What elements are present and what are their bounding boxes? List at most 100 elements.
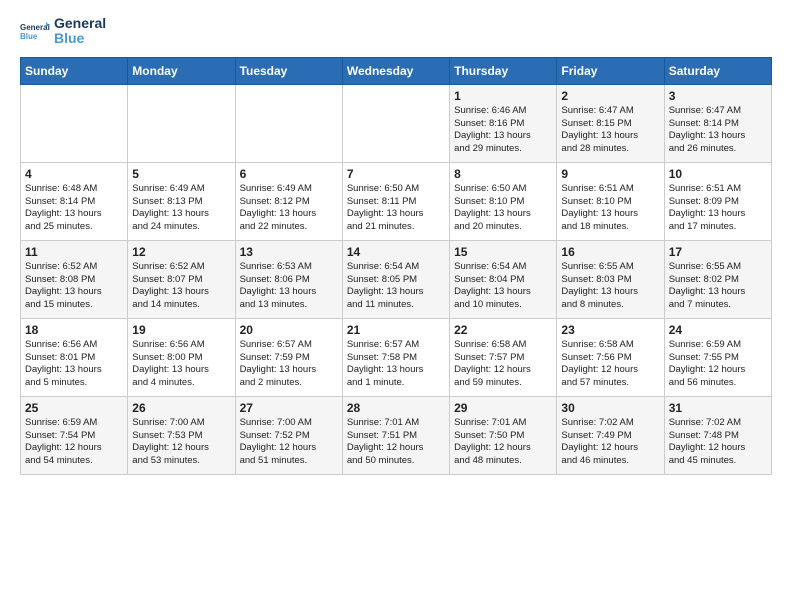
calendar-cell: 8 Sunrise: 6:50 AMSunset: 8:10 PMDaylight… — [450, 162, 557, 240]
sun-info: Sunrise: 7:02 AMSunset: 7:48 PMDaylight:… — [669, 417, 767, 468]
day-number: 31 — [669, 401, 767, 415]
day-number: 21 — [347, 323, 445, 337]
header: General Blue General Blue — [20, 16, 772, 47]
sun-info: Sunrise: 6:54 AMSunset: 8:05 PMDaylight:… — [347, 261, 445, 312]
calendar-cell: 30Sunrise: 7:02 AMSunset: 7:49 PMDayligh… — [557, 396, 664, 474]
sun-info: Sunrise: 6:47 AMSunset: 8:15 PMDaylight:… — [561, 105, 659, 156]
sun-info: Sunrise: 6:47 AMSunset: 8:14 PMDaylight:… — [669, 105, 767, 156]
sun-info: Sunrise: 6:57 AMSunset: 7:58 PMDaylight:… — [347, 339, 445, 390]
day-number: 19 — [132, 323, 230, 337]
sun-info: Sunrise: 6:49 AMSunset: 8:12 PMDaylight:… — [240, 183, 338, 234]
calendar-cell: 29Sunrise: 7:01 AMSunset: 7:50 PMDayligh… — [450, 396, 557, 474]
calendar-week-row: 18 Sunrise: 6:56 AMSunset: 8:01 PMDayligh… — [21, 318, 772, 396]
day-number: 1 — [454, 89, 552, 103]
sun-info: Sunrise: 6:53 AMSunset: 8:06 PMDaylight:… — [240, 261, 338, 312]
day-number: 27 — [240, 401, 338, 415]
day-number: 12 — [132, 245, 230, 259]
sun-info: Sunrise: 6:46 AMSunset: 8:16 PMDaylight:… — [454, 105, 552, 156]
calendar-cell: 31 Sunrise: 7:02 AMSunset: 7:48 PMDayligh… — [664, 396, 771, 474]
calendar-cell: 3 Sunrise: 6:47 AMSunset: 8:14 PMDaylight… — [664, 84, 771, 162]
day-number: 24 — [669, 323, 767, 337]
calendar-cell: 16 Sunrise: 6:55 AMSunset: 8:03 PMDayligh… — [557, 240, 664, 318]
day-number: 6 — [240, 167, 338, 181]
calendar-cell: 9 Sunrise: 6:51 AMSunset: 8:10 PMDaylight… — [557, 162, 664, 240]
sun-info: Sunrise: 6:50 AMSunset: 8:10 PMDaylight:… — [454, 183, 552, 234]
day-number: 25 — [25, 401, 123, 415]
sun-info: Sunrise: 6:56 AMSunset: 8:01 PMDaylight:… — [25, 339, 123, 390]
weekday-header: Monday — [128, 57, 235, 84]
day-number: 2 — [561, 89, 659, 103]
calendar-cell: 21 Sunrise: 6:57 AMSunset: 7:58 PMDayligh… — [342, 318, 449, 396]
day-number: 5 — [132, 167, 230, 181]
calendar-cell: 4 Sunrise: 6:48 AMSunset: 8:14 PMDaylight… — [21, 162, 128, 240]
day-number: 8 — [454, 167, 552, 181]
logo-general: General — [54, 16, 106, 31]
sun-info: Sunrise: 6:51 AMSunset: 8:10 PMDaylight:… — [561, 183, 659, 234]
calendar-cell: 24 Sunrise: 6:59 AMSunset: 7:55 PMDayligh… — [664, 318, 771, 396]
sun-info: Sunrise: 6:59 AMSunset: 7:55 PMDaylight:… — [669, 339, 767, 390]
calendar-cell: 11 Sunrise: 6:52 AMSunset: 8:08 PMDayligh… — [21, 240, 128, 318]
sun-info: Sunrise: 6:52 AMSunset: 8:07 PMDaylight:… — [132, 261, 230, 312]
calendar-cell: 14Sunrise: 6:54 AMSunset: 8:05 PMDayligh… — [342, 240, 449, 318]
sun-info: Sunrise: 6:54 AMSunset: 8:04 PMDaylight:… — [454, 261, 552, 312]
day-number: 16 — [561, 245, 659, 259]
sun-info: Sunrise: 6:58 AMSunset: 7:57 PMDaylight:… — [454, 339, 552, 390]
header-row: SundayMondayTuesdayWednesdayThursdayFrid… — [21, 57, 772, 84]
day-number: 26 — [132, 401, 230, 415]
calendar-cell: 23Sunrise: 6:58 AMSunset: 7:56 PMDayligh… — [557, 318, 664, 396]
day-number: 28 — [347, 401, 445, 415]
calendar-cell — [128, 84, 235, 162]
day-number: 15 — [454, 245, 552, 259]
calendar-cell: 5Sunrise: 6:49 AMSunset: 8:13 PMDaylight… — [128, 162, 235, 240]
calendar-cell: 15 Sunrise: 6:54 AMSunset: 8:04 PMDayligh… — [450, 240, 557, 318]
calendar-cell: 10 Sunrise: 6:51 AMSunset: 8:09 PMDayligh… — [664, 162, 771, 240]
weekday-header: Friday — [557, 57, 664, 84]
calendar-cell — [342, 84, 449, 162]
weekday-header: Wednesday — [342, 57, 449, 84]
sun-info: Sunrise: 7:01 AMSunset: 7:51 PMDaylight:… — [347, 417, 445, 468]
calendar-cell — [235, 84, 342, 162]
calendar-week-row: 25 Sunrise: 6:59 AMSunset: 7:54 PMDayligh… — [21, 396, 772, 474]
weekday-header: Saturday — [664, 57, 771, 84]
calendar-cell: 19 Sunrise: 6:56 AMSunset: 8:00 PMDayligh… — [128, 318, 235, 396]
sun-info: Sunrise: 6:59 AMSunset: 7:54 PMDaylight:… — [25, 417, 123, 468]
sun-info: Sunrise: 6:57 AMSunset: 7:59 PMDaylight:… — [240, 339, 338, 390]
day-number: 4 — [25, 167, 123, 181]
sun-info: Sunrise: 7:00 AMSunset: 7:53 PMDaylight:… — [132, 417, 230, 468]
sun-info: Sunrise: 6:56 AMSunset: 8:00 PMDaylight:… — [132, 339, 230, 390]
day-number: 10 — [669, 167, 767, 181]
calendar-cell: 2 Sunrise: 6:47 AMSunset: 8:15 PMDaylight… — [557, 84, 664, 162]
day-number: 20 — [240, 323, 338, 337]
day-number: 29 — [454, 401, 552, 415]
weekday-header: Sunday — [21, 57, 128, 84]
logo-svg: General Blue — [20, 16, 50, 46]
page: General Blue General Blue SundayMondayTu… — [0, 0, 792, 485]
sun-info: Sunrise: 6:51 AMSunset: 8:09 PMDaylight:… — [669, 183, 767, 234]
day-number: 3 — [669, 89, 767, 103]
calendar-cell: 17 Sunrise: 6:55 AMSunset: 8:02 PMDayligh… — [664, 240, 771, 318]
weekday-header: Thursday — [450, 57, 557, 84]
calendar-cell: 28 Sunrise: 7:01 AMSunset: 7:51 PMDayligh… — [342, 396, 449, 474]
calendar-week-row: 1 Sunrise: 6:46 AMSunset: 8:16 PMDaylight… — [21, 84, 772, 162]
calendar-cell: 12 Sunrise: 6:52 AMSunset: 8:07 PMDayligh… — [128, 240, 235, 318]
sun-info: Sunrise: 6:52 AMSunset: 8:08 PMDaylight:… — [25, 261, 123, 312]
logo-blue: Blue — [54, 31, 106, 46]
day-number: 9 — [561, 167, 659, 181]
calendar-cell: 25 Sunrise: 6:59 AMSunset: 7:54 PMDayligh… — [21, 396, 128, 474]
logo: General Blue General Blue — [20, 16, 106, 47]
day-number: 7 — [347, 167, 445, 181]
calendar-week-row: 11 Sunrise: 6:52 AMSunset: 8:08 PMDayligh… — [21, 240, 772, 318]
calendar-cell — [21, 84, 128, 162]
sun-info: Sunrise: 6:48 AMSunset: 8:14 PMDaylight:… — [25, 183, 123, 234]
sun-info: Sunrise: 7:00 AMSunset: 7:52 PMDaylight:… — [240, 417, 338, 468]
day-number: 11 — [25, 245, 123, 259]
day-number: 18 — [25, 323, 123, 337]
sun-info: Sunrise: 7:02 AMSunset: 7:49 PMDaylight:… — [561, 417, 659, 468]
sun-info: Sunrise: 6:55 AMSunset: 8:03 PMDaylight:… — [561, 261, 659, 312]
day-number: 17 — [669, 245, 767, 259]
calendar-cell: 22Sunrise: 6:58 AMSunset: 7:57 PMDayligh… — [450, 318, 557, 396]
sun-info: Sunrise: 6:55 AMSunset: 8:02 PMDaylight:… — [669, 261, 767, 312]
calendar-cell: 26 Sunrise: 7:00 AMSunset: 7:53 PMDayligh… — [128, 396, 235, 474]
calendar-cell: 7Sunrise: 6:50 AMSunset: 8:11 PMDaylight… — [342, 162, 449, 240]
calendar-cell: 20 Sunrise: 6:57 AMSunset: 7:59 PMDayligh… — [235, 318, 342, 396]
